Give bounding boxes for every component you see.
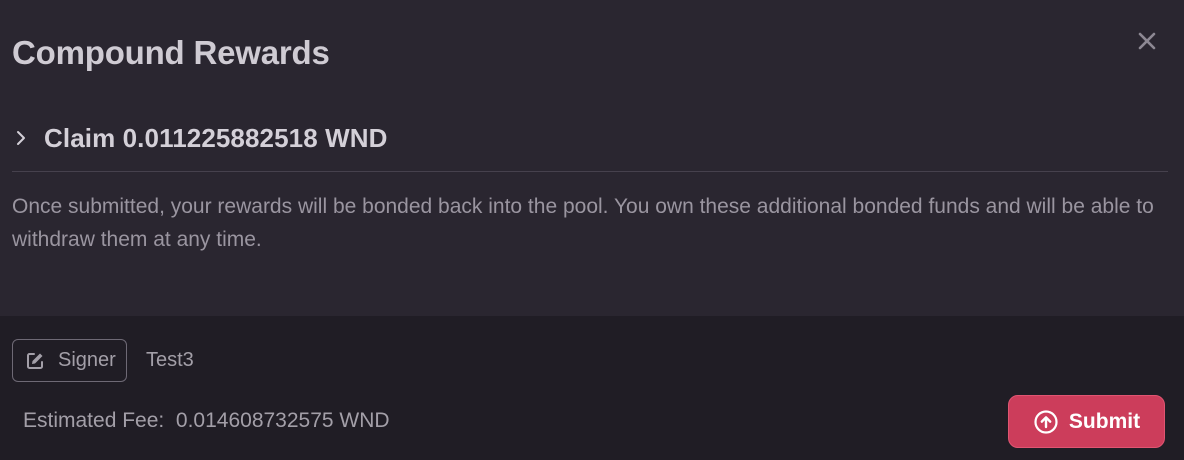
modal-footer: Signer Test3 Estimated Fee: 0.0146087325…	[0, 316, 1184, 460]
estimated-fee: Estimated Fee: 0.014608732575 WND	[23, 409, 390, 433]
description-text: Once submitted, your rewards will be bon…	[12, 195, 1154, 251]
signer-button[interactable]: Signer	[12, 339, 127, 382]
divider	[12, 171, 1168, 172]
estimated-fee-value: 0.014608732575 WND	[175, 409, 390, 432]
submit-button-label: Submit	[1068, 409, 1141, 433]
submit-button[interactable]: Submit	[1008, 395, 1165, 448]
modal-title: Compound Rewards	[12, 34, 330, 71]
close-icon	[1138, 32, 1156, 50]
edit-icon	[27, 352, 43, 369]
arrow-up-circle-icon	[1034, 409, 1058, 434]
modal-body: Compound Rewards Claim 0.011225882518 WN…	[0, 0, 1184, 316]
close-button[interactable]	[1133, 27, 1161, 55]
signer-button-label: Signer	[58, 349, 116, 371]
claim-accordion-toggle[interactable]: Claim 0.011225882518 WND	[12, 118, 388, 158]
estimated-fee-label: Estimated Fee:	[23, 409, 165, 432]
compound-rewards-modal: Compound Rewards Claim 0.011225882518 WN…	[0, 0, 1184, 460]
signer-account-name: Test3	[146, 349, 194, 371]
claim-amount-label: Claim 0.011225882518 WND	[44, 122, 388, 153]
chevron-right-icon	[17, 131, 25, 145]
